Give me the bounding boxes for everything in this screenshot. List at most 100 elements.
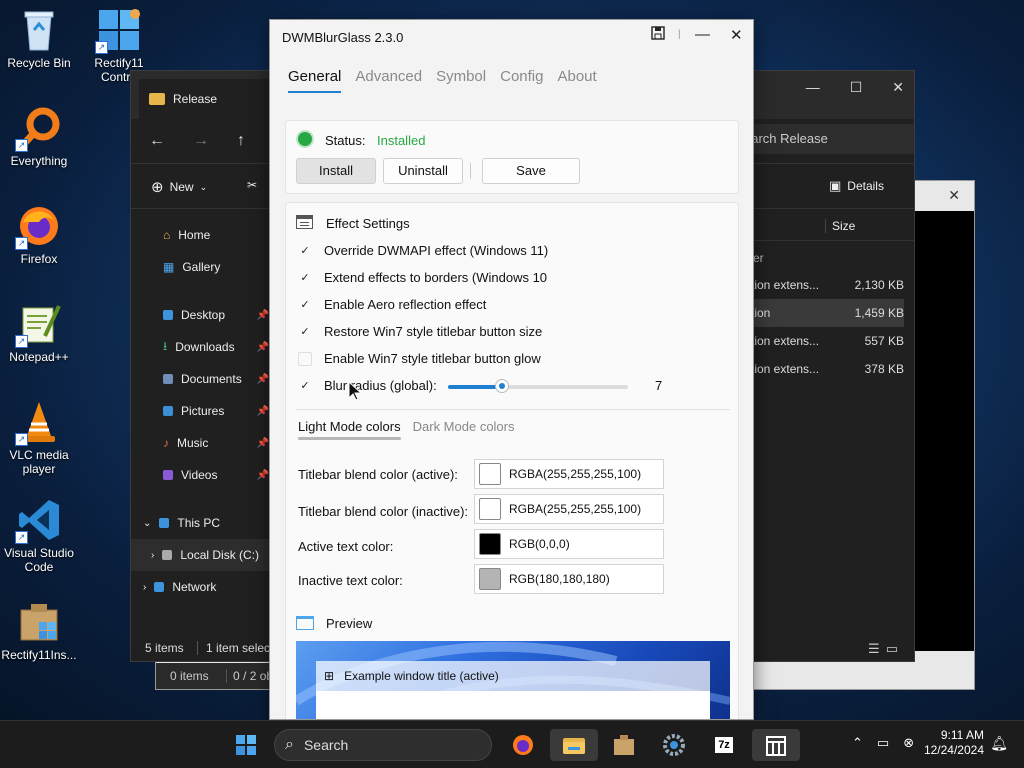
desktop-icon-recycle-bin[interactable]: Recycle Bin bbox=[1, 8, 77, 70]
uninstall-button[interactable]: Uninstall bbox=[383, 158, 463, 184]
dwm-tabs: General Advanced Symbol Config About bbox=[288, 68, 597, 93]
slider-thumb[interactable] bbox=[495, 379, 509, 393]
list-view-icon[interactable]: ☰ bbox=[868, 641, 880, 657]
tab-config[interactable]: Config bbox=[500, 68, 543, 93]
option-aero-reflection[interactable]: ✓ Enable Aero reflection effect bbox=[298, 297, 486, 312]
file-row-selected[interactable]: tion 1,459 KB bbox=[751, 299, 904, 327]
details-button[interactable]: ▣ Details bbox=[829, 178, 884, 194]
taskbar-dwmblurglass[interactable] bbox=[752, 729, 800, 761]
option-win7-button-glow[interactable]: Enable Win7 style titlebar button glow bbox=[298, 351, 541, 366]
sidebar-item-videos[interactable]: Videos 📌 bbox=[131, 459, 271, 491]
sidebar-item-this-pc[interactable]: ⌄ This PC bbox=[131, 507, 271, 539]
up-arrow-icon[interactable]: ↑ bbox=[237, 132, 245, 150]
titlebar-inactive-color-field[interactable]: RGBA(255,255,255,100) bbox=[474, 494, 664, 524]
chevron-up-icon[interactable]: ⌃ bbox=[852, 735, 863, 751]
explorer-search-input[interactable]: earch Release bbox=[744, 124, 914, 154]
checkbox[interactable]: ✓ bbox=[298, 298, 312, 312]
file-row[interactable]: tion extens... 2,130 KB bbox=[751, 271, 904, 299]
desktop-icon-label: VLC media player bbox=[9, 448, 69, 476]
close-icon[interactable]: ✕ bbox=[730, 26, 743, 44]
minimize-icon[interactable]: — bbox=[695, 26, 710, 43]
forward-arrow-icon[interactable]: → bbox=[193, 132, 209, 150]
close-icon[interactable]: ✕ bbox=[948, 187, 960, 204]
option-extend-borders[interactable]: ✓ Extend effects to borders (Windows 10 bbox=[298, 270, 547, 285]
taskbar-installer[interactable] bbox=[604, 729, 644, 761]
maximize-icon[interactable]: ☐ bbox=[850, 79, 863, 96]
sidebar-item-local-disk[interactable]: › Local Disk (C:) bbox=[131, 539, 271, 571]
sidebar-item-home[interactable]: ⌂ Home bbox=[131, 219, 271, 251]
tab-about[interactable]: About bbox=[557, 68, 596, 93]
desktop-icon-label: Rectify11Ins... bbox=[1, 648, 77, 662]
color-swatch[interactable] bbox=[479, 498, 501, 520]
taskbar-firefox[interactable] bbox=[503, 729, 543, 761]
effect-settings-card: Effect Settings ✓ Override DWMAPI effect … bbox=[285, 202, 739, 719]
window-title: DWMBlurGlass 2.3.0 bbox=[282, 30, 404, 45]
size-column-header[interactable]: Size bbox=[825, 219, 855, 233]
save-button[interactable]: Save bbox=[482, 158, 580, 184]
clock[interactable]: 9:11 AM 12/24/2024 bbox=[924, 728, 984, 758]
taskbar-search[interactable]: ⌕ Search bbox=[274, 729, 492, 761]
file-row[interactable]: tion extens... 557 KB bbox=[751, 327, 904, 355]
checkbox[interactable]: ✓ bbox=[298, 379, 312, 393]
sidebar-item-pictures[interactable]: Pictures 📌 bbox=[131, 395, 271, 427]
explorer-tab[interactable]: Release bbox=[139, 79, 289, 119]
checkbox[interactable] bbox=[298, 351, 312, 366]
checkbox[interactable]: ✓ bbox=[298, 271, 312, 285]
taskbar-7zip[interactable]: 7z bbox=[704, 729, 744, 761]
blur-radius-slider[interactable] bbox=[448, 379, 628, 393]
network-icon[interactable]: ⊗ bbox=[903, 735, 914, 751]
file-row[interactable]: tion extens... 378 KB bbox=[751, 355, 904, 383]
option-override-dwmapi[interactable]: ✓ Override DWMAPI effect (Windows 11) bbox=[298, 243, 548, 258]
sidebar-item-documents[interactable]: Documents 📌 bbox=[131, 363, 271, 395]
desktop-icon-notepadpp[interactable]: ↗ Notepad++ bbox=[1, 302, 77, 364]
sidebar-item-desktop[interactable]: Desktop 📌 bbox=[131, 299, 271, 331]
active-text-color-field[interactable]: RGB(0,0,0) bbox=[474, 529, 664, 559]
option-win7-button-size[interactable]: ✓ Restore Win7 style titlebar button size bbox=[298, 324, 542, 339]
taskbar-settings[interactable] bbox=[654, 729, 694, 761]
tab-light-mode-colors[interactable]: Light Mode colors bbox=[298, 419, 401, 440]
notification-bell-icon[interactable]: 🔔︎ bbox=[990, 735, 1008, 752]
chevron-right-icon: › bbox=[143, 581, 147, 593]
checkbox[interactable]: ✓ bbox=[298, 325, 312, 339]
inactive-text-color-label: Inactive text color: bbox=[298, 573, 403, 588]
inactive-text-color-field[interactable]: RGB(180,180,180) bbox=[474, 564, 664, 594]
details-pane-icon: ▣ bbox=[829, 178, 842, 193]
checkbox[interactable]: ✓ bbox=[298, 244, 312, 258]
sidebar-item-downloads[interactable]: ⭳ Downloads 📌 bbox=[131, 331, 271, 363]
install-button[interactable]: Install bbox=[296, 158, 376, 184]
desktop-icon-vscode[interactable]: ↗ Visual Studio Code bbox=[1, 498, 77, 574]
color-swatch[interactable] bbox=[479, 568, 501, 590]
pin-icon: 📌 bbox=[256, 437, 269, 449]
sidebar-item-music[interactable]: ♪ Music 📌 bbox=[131, 427, 271, 459]
desktop-icon-vlc[interactable]: ↗ VLC media player bbox=[1, 400, 77, 476]
desktop-icon-label: Notepad++ bbox=[9, 350, 69, 364]
display-icon[interactable]: ▭ bbox=[877, 735, 889, 751]
new-button[interactable]: ⊕ New ⌄ bbox=[151, 178, 207, 196]
status-value: Installed bbox=[377, 133, 426, 148]
sidebar-item-network[interactable]: › Network bbox=[131, 571, 271, 603]
color-swatch[interactable] bbox=[479, 463, 501, 485]
back-arrow-icon[interactable]: ← bbox=[149, 132, 165, 150]
tile-view-icon[interactable]: ▭ bbox=[886, 641, 898, 657]
videos-icon bbox=[163, 470, 173, 480]
titlebar-active-color-field[interactable]: RGBA(255,255,255,100) bbox=[474, 459, 664, 489]
tab-general[interactable]: General bbox=[288, 68, 342, 93]
tab-advanced[interactable]: Advanced bbox=[355, 68, 422, 93]
close-icon[interactable]: ✕ bbox=[892, 79, 904, 96]
minimize-icon[interactable]: — bbox=[806, 79, 820, 96]
tab-dark-mode-colors[interactable]: Dark Mode colors bbox=[413, 419, 515, 440]
color-swatch[interactable] bbox=[479, 533, 501, 555]
start-button[interactable] bbox=[226, 729, 266, 761]
desktop-icon-rectify11-installer[interactable]: Rectify11Ins... bbox=[1, 600, 77, 662]
tab-symbol[interactable]: Symbol bbox=[436, 68, 486, 93]
titlebar-inactive-color-label: Titlebar blend color (inactive): bbox=[298, 504, 469, 519]
gallery-icon: ▦ bbox=[163, 260, 175, 274]
desktop-icon-everything[interactable]: ↗ Everything bbox=[1, 106, 77, 168]
settings-panel-icon bbox=[296, 215, 313, 229]
cut-icon[interactable]: ✂ bbox=[247, 178, 257, 192]
desktop-icon-firefox[interactable]: ↗ Firefox bbox=[1, 204, 77, 266]
taskbar-file-explorer[interactable] bbox=[550, 729, 598, 761]
sidebar-item-gallery[interactable]: ▦ Gallery bbox=[131, 251, 271, 283]
option-blur-radius[interactable]: ✓ Blur radius (global): bbox=[298, 378, 436, 393]
save-disk-icon[interactable] bbox=[651, 26, 665, 44]
